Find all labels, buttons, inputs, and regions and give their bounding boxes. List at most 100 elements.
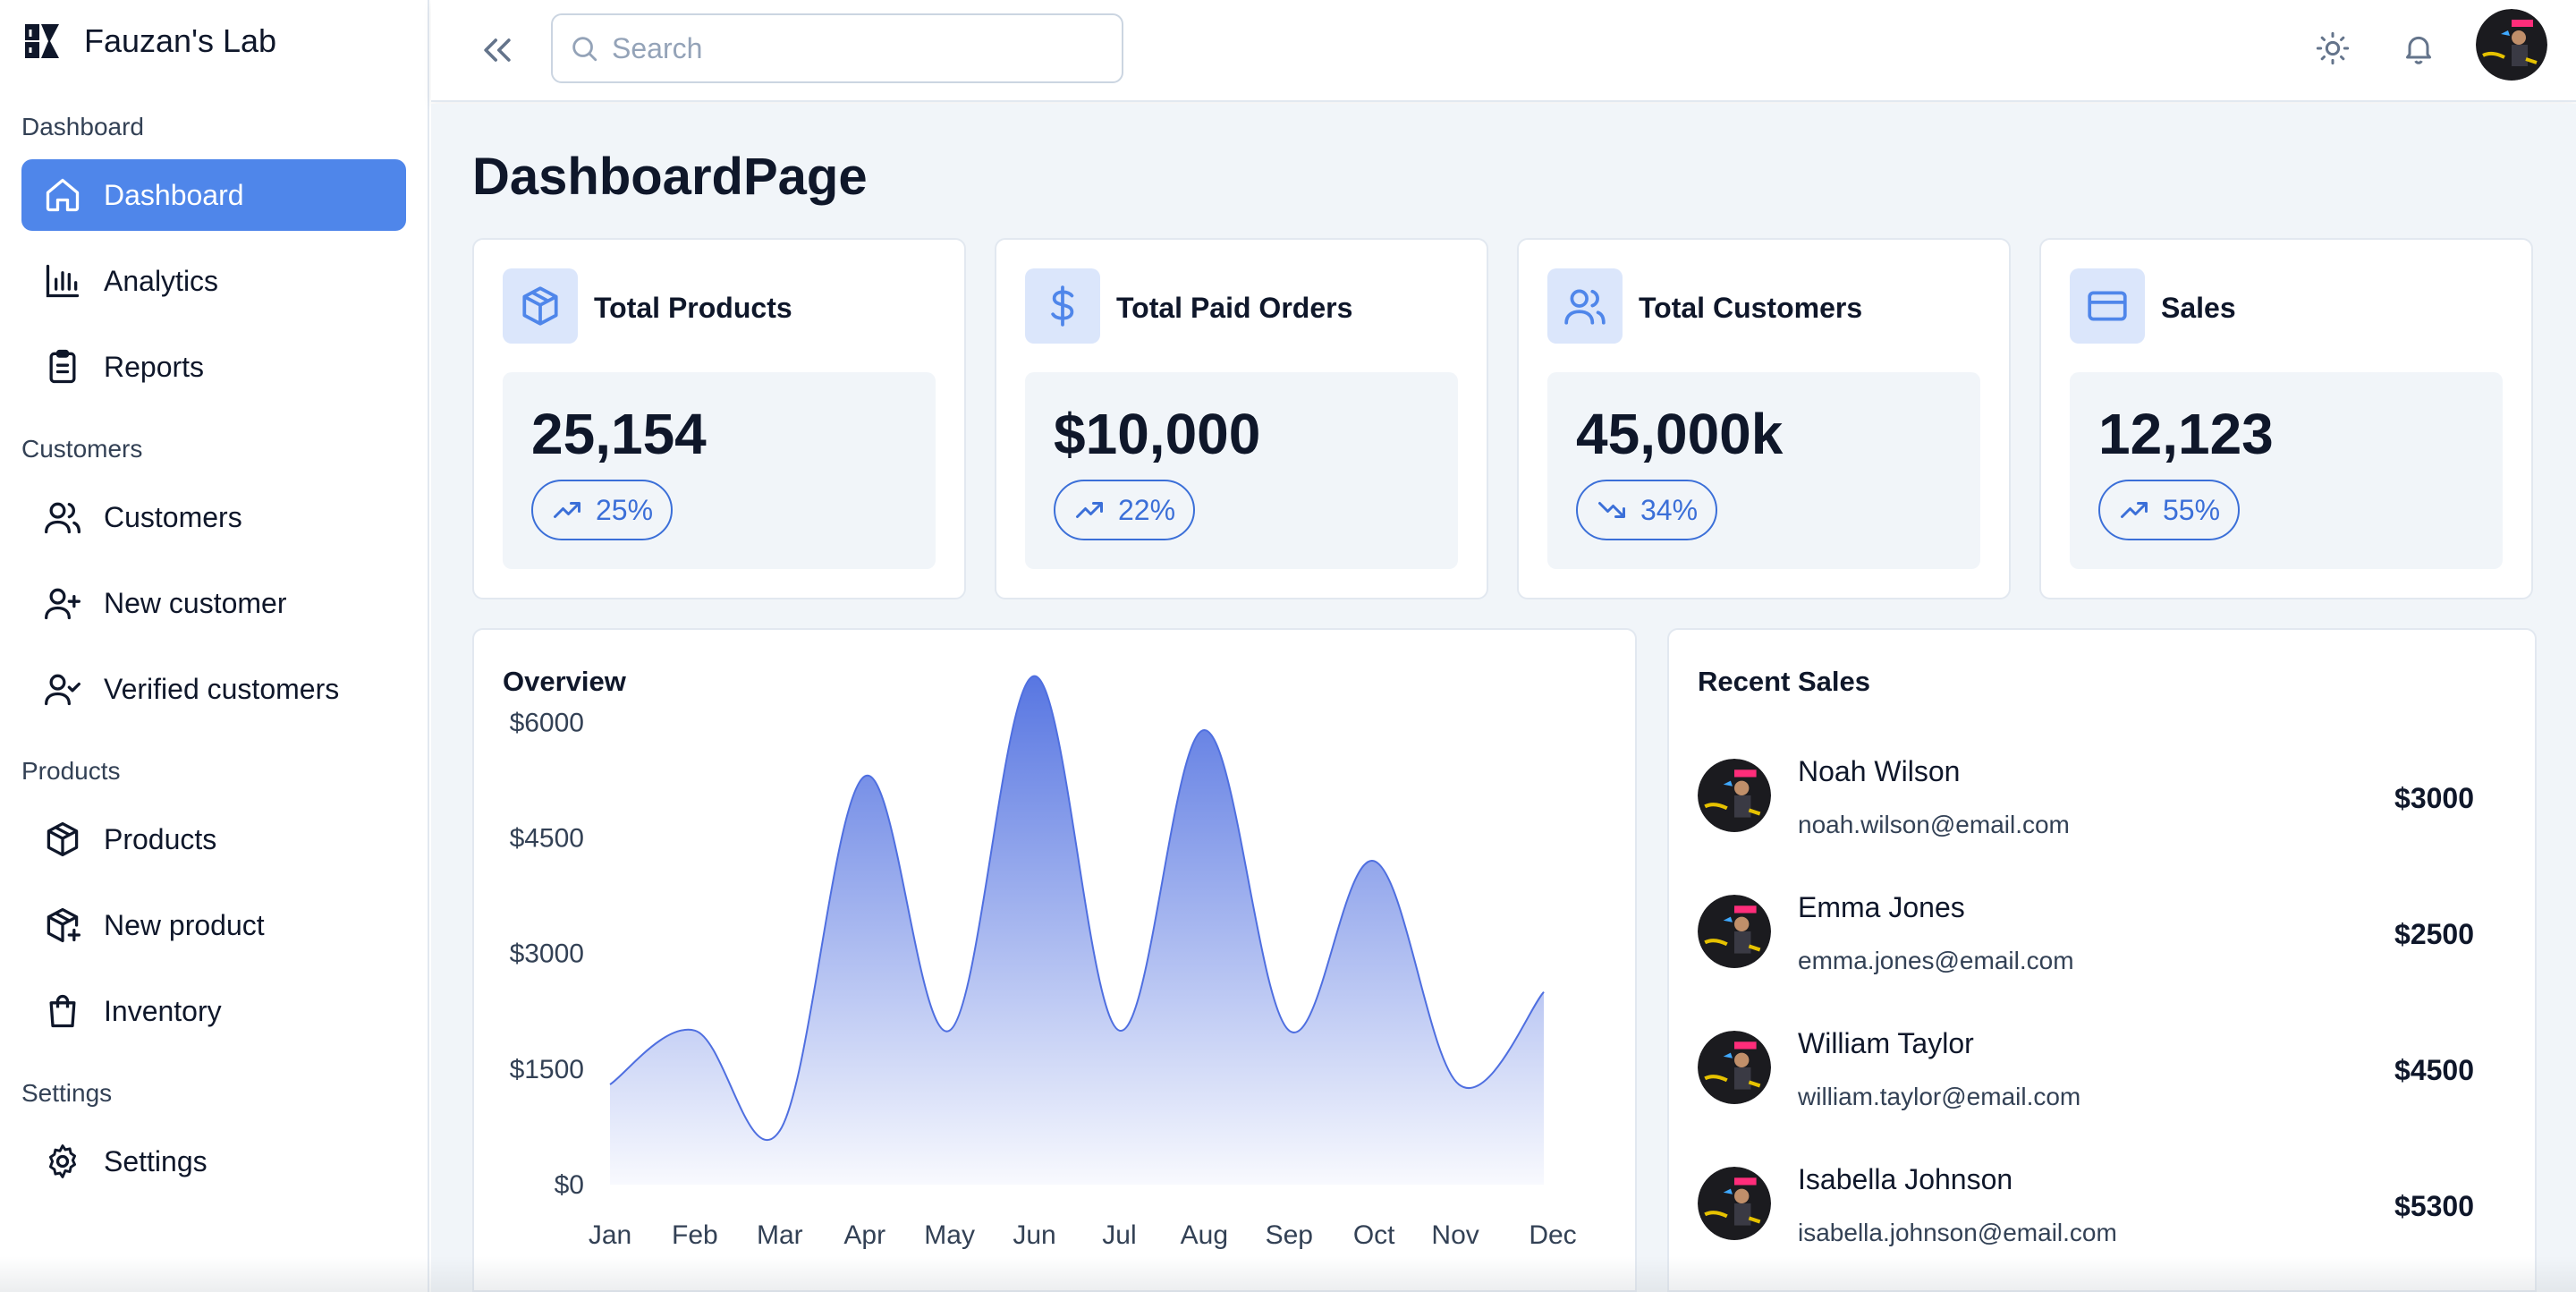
y-tick-label: $4500 [510,824,584,854]
avatar-image [2476,9,2547,81]
stat-body: $10,000 22% [1025,372,1458,569]
sidebar-item-label: Reports [104,350,205,383]
sidebar-item-reports[interactable]: Reports [21,331,406,403]
shopping-bag-icon [43,991,82,1031]
page-title: DashboardPage [472,148,868,206]
stat-title: Total Customers [1639,292,1863,324]
sidebar-item-label: Settings [104,1144,208,1177]
collapse-sidebar-icon[interactable] [478,30,517,70]
stat-icon-box [1547,268,1623,344]
x-tick-label: Dec [1529,1220,1576,1250]
x-tick-label: Feb [672,1220,718,1250]
search-box[interactable] [551,13,1123,83]
stat-value: $10,000 [1054,402,1261,466]
main-content: DashboardPage Total Products 25,154 25% … [431,104,2576,1292]
stat-change: 22% [1118,493,1176,526]
dollar-icon [1040,284,1085,328]
sale-email: noah.wilson@email.com [1798,811,2070,838]
stat-body: 45,000k 34% [1547,372,1980,569]
x-tick-label: May [924,1220,975,1250]
stat-title: Total Products [594,292,792,324]
sidebar-item-label: Inventory [104,994,222,1027]
sale-amount: $2500 [2394,918,2474,950]
section-title-products: Products [21,757,121,785]
sale-row[interactable]: Isabella Johnson isabella.johnson@email.… [1698,1163,2478,1253]
sale-row[interactable]: Emma Jones emma.jones@email.com $2500 [1698,891,2478,981]
sale-email: william.taylor@email.com [1798,1083,2081,1110]
users-icon [1563,284,1607,328]
sale-name: Noah Wilson [1798,755,1961,787]
home-icon [43,175,82,215]
users-icon [43,497,82,537]
sidebar-item-label: Analytics [104,264,219,297]
stat-change-badge: 55% [2098,480,2241,540]
sale-email: emma.jones@email.com [1798,947,2074,974]
stat-change: 25% [596,493,654,526]
sidebar-item-label: New customer [104,586,287,619]
stat-change: 55% [2163,493,2221,526]
package-icon [43,820,82,859]
avatar-image [1698,759,1771,832]
sidebar-item-new-customer[interactable]: New customer [21,567,406,639]
trending-up-icon [551,494,583,526]
x-tick-label: Sep [1266,1220,1313,1250]
bell-icon[interactable] [2401,30,2436,66]
section-title-settings: Settings [21,1079,113,1107]
y-axis-ticks: $0 $1500 $3000 $4500 $6000 [510,708,584,1200]
sidebar-item-dashboard[interactable]: Dashboard [21,159,406,231]
bar-chart-icon [43,261,82,301]
recent-sales-title: Recent Sales [1698,666,1870,697]
x-tick-label: Apr [843,1220,886,1250]
stat-change: 34% [1640,493,1699,526]
stat-card-total-customers: Total Customers 45,000k 34% [1517,238,2011,599]
sidebar-item-inventory[interactable]: Inventory [21,975,406,1047]
sale-name: William Taylor [1798,1027,1974,1059]
avatar-image [1698,1031,1771,1104]
search-input[interactable] [612,31,1113,65]
sun-icon[interactable] [2315,30,2351,66]
brand[interactable]: Fauzan's Lab [21,18,276,64]
stat-change-badge: 25% [531,480,674,540]
sale-amount: $5300 [2394,1190,2474,1222]
user-avatar[interactable] [2476,9,2547,81]
y-tick-label: $1500 [510,1055,584,1084]
section-title-customers: Customers [21,435,143,463]
user-plus-icon [43,583,82,623]
trending-up-icon [2118,494,2150,526]
sidebar: Fauzan's Lab Dashboard Dashboard Analyti… [0,0,429,1292]
x-tick-label: Aug [1181,1220,1228,1250]
overview-panel: Overview $0 $1500 $3000 $4500 $6000 Jan Feb Ma… [472,628,1637,1292]
sidebar-item-analytics[interactable]: Analytics [21,245,406,317]
sidebar-item-products[interactable]: Products [21,803,406,875]
x-tick-label: Nov [1431,1220,1479,1250]
sidebar-item-new-product[interactable]: New product [21,889,406,961]
stat-card-total-products: Total Products 25,154 25% [472,238,966,599]
y-tick-label: $3000 [510,939,584,969]
avatar [1698,1031,1771,1104]
avatar [1698,1167,1771,1240]
stat-title: Sales [2161,292,2236,324]
stat-body: 12,123 55% [2070,372,2503,569]
chart-area [610,676,1544,1185]
stat-value: 25,154 [531,402,707,466]
sale-name: Emma Jones [1798,891,1965,923]
stat-change-badge: 22% [1054,480,1196,540]
y-tick-label: $6000 [510,708,584,737]
stat-value: 45,000k [1576,402,1784,466]
topbar [431,0,2576,102]
clipboard-icon [43,347,82,387]
sidebar-item-label: Verified customers [104,672,340,705]
trending-down-icon [1596,494,1628,526]
sidebar-item-settings[interactable]: Settings [21,1126,406,1197]
sale-row[interactable]: Noah Wilson noah.wilson@email.com $3000 [1698,755,2478,845]
x-tick-label: Jun [1013,1220,1055,1250]
avatar-image [1698,1167,1771,1240]
search-icon [572,37,597,62]
avatar-image [1698,895,1771,968]
section-title-dashboard: Dashboard [21,113,144,140]
sale-row[interactable]: William Taylor william.taylor@email.com … [1698,1027,2478,1117]
user-check-icon [43,669,82,709]
sidebar-item-label: Customers [104,500,242,533]
sidebar-item-verified-customers[interactable]: Verified customers [21,653,406,725]
sidebar-item-customers[interactable]: Customers [21,481,406,553]
